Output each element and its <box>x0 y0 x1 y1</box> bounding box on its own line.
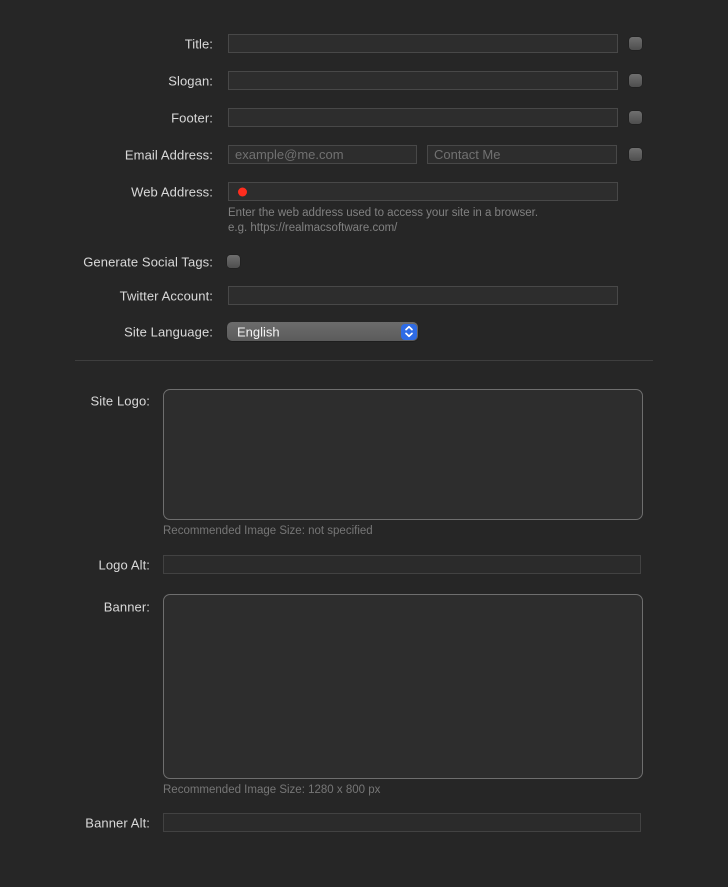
site-settings-form: Title: Slogan: Footer: Email Address: We… <box>0 0 728 887</box>
social-tags-row: Generate Social Tags: <box>0 252 728 271</box>
web-address-row: Web Address: <box>0 182 728 201</box>
generate-social-tags-checkbox[interactable] <box>227 255 240 268</box>
email-input[interactable] <box>228 145 417 164</box>
email-address-label: Email Address: <box>0 147 213 162</box>
web-address-help-line2: e.g. https://realmacsoftware.com/ <box>228 221 538 236</box>
site-logo-well[interactable] <box>163 389 643 520</box>
logo-alt-label: Logo Alt: <box>0 557 150 572</box>
chevron-up-down-icon <box>401 324 417 340</box>
banner-alt-input[interactable] <box>163 813 641 832</box>
logo-alt-row: Logo Alt: <box>0 555 728 574</box>
web-address-field <box>228 182 618 201</box>
web-address-help-line1: Enter the web address used to access you… <box>228 206 538 221</box>
title-row: Title: <box>0 34 728 53</box>
twitter-account-input[interactable] <box>228 286 618 305</box>
banner-alt-row: Banner Alt: <box>0 813 728 832</box>
banner-well[interactable] <box>163 594 643 779</box>
web-address-label: Web Address: <box>0 184 213 199</box>
web-address-input[interactable] <box>229 183 617 200</box>
site-logo-label: Site Logo: <box>0 393 150 408</box>
twitter-row: Twitter Account: <box>0 286 728 305</box>
contact-label-input[interactable] <box>427 145 617 164</box>
twitter-account-label: Twitter Account: <box>0 288 213 303</box>
generate-social-tags-label: Generate Social Tags: <box>0 254 213 269</box>
web-address-help: Enter the web address used to access you… <box>228 206 538 236</box>
banner-label: Banner: <box>0 599 150 614</box>
logo-alt-input[interactable] <box>163 555 641 574</box>
footer-checkbox[interactable] <box>629 111 642 124</box>
slogan-row: Slogan: <box>0 71 728 90</box>
site-language-row: Site Language: English <box>0 322 728 341</box>
banner-caption: Recommended Image Size: 1280 x 800 px <box>163 784 380 796</box>
section-divider <box>75 360 653 361</box>
slogan-checkbox[interactable] <box>629 74 642 87</box>
title-input[interactable] <box>228 34 618 53</box>
email-row: Email Address: <box>0 145 728 164</box>
title-checkbox[interactable] <box>629 37 642 50</box>
slogan-input[interactable] <box>228 71 618 90</box>
email-checkbox[interactable] <box>629 148 642 161</box>
footer-label: Footer: <box>0 110 213 125</box>
site-language-value: English <box>237 324 280 339</box>
footer-row: Footer: <box>0 108 728 127</box>
title-label: Title: <box>0 36 213 51</box>
slogan-label: Slogan: <box>0 73 213 88</box>
site-language-popup[interactable]: English <box>227 322 418 341</box>
footer-input[interactable] <box>228 108 618 127</box>
banner-alt-label: Banner Alt: <box>0 815 150 830</box>
site-logo-caption: Recommended Image Size: not specified <box>163 525 373 537</box>
site-language-label: Site Language: <box>0 324 213 339</box>
